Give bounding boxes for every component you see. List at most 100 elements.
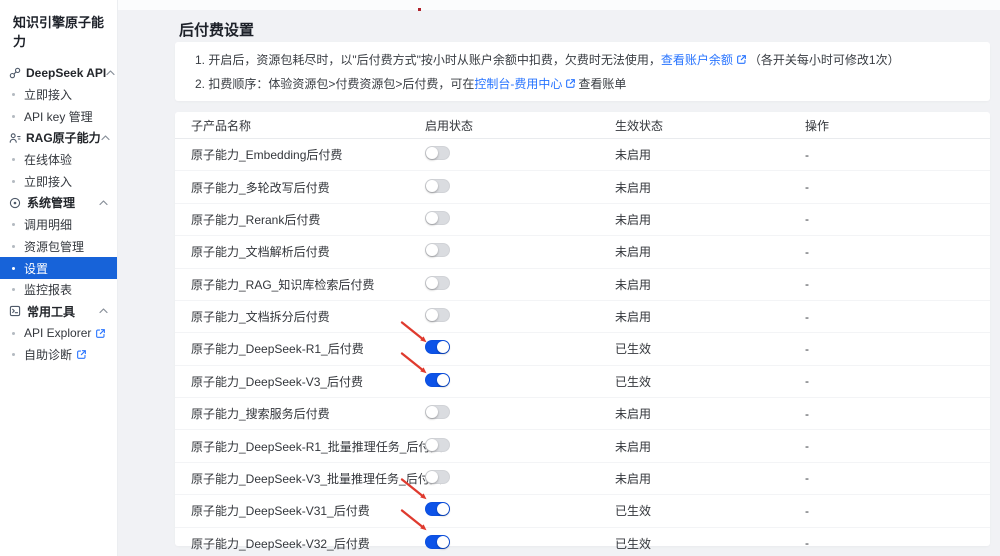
table-row: 原子能力_搜索服务后付费 未启用 - bbox=[175, 398, 990, 431]
bullet-icon bbox=[12, 179, 15, 183]
bullet-icon bbox=[12, 223, 15, 227]
sidebar-group-toolbox[interactable]: 常用工具 bbox=[0, 301, 117, 323]
product-name: 原子能力_DeepSeek-V32_后付费 bbox=[191, 536, 370, 551]
product-name: 原子能力_DeepSeek-R1_后付费 bbox=[191, 342, 364, 357]
toggle-knob bbox=[437, 373, 449, 386]
bullet-icon bbox=[12, 331, 15, 335]
bullet-icon bbox=[12, 288, 15, 292]
toggle-switch[interactable] bbox=[425, 502, 450, 517]
sidebar-item-label: API key 管理 bbox=[24, 109, 93, 124]
target-icon bbox=[9, 196, 22, 209]
sidebar-item[interactable]: API key 管理 bbox=[0, 105, 117, 127]
product-name: 原子能力_DeepSeek-V3_后付费 bbox=[191, 374, 364, 389]
chevron-up-icon bbox=[99, 200, 108, 206]
toggle-switch[interactable] bbox=[425, 308, 450, 323]
toggle-knob bbox=[437, 503, 449, 516]
operation-cell: - bbox=[805, 341, 809, 356]
toggle-switch[interactable] bbox=[425, 275, 450, 290]
chevron-up-icon bbox=[106, 70, 115, 76]
sidebar-item-label: 在线体验 bbox=[24, 153, 73, 168]
user-group-icon bbox=[9, 131, 21, 144]
sidebar-item[interactable]: 设置 bbox=[0, 257, 117, 279]
sidebar-group-label: 常用工具 bbox=[27, 304, 76, 319]
sidebar-group-label: RAG原子能力 bbox=[26, 131, 101, 146]
sidebar-item[interactable]: API Explorer bbox=[0, 322, 117, 344]
operation-cell: - bbox=[805, 309, 809, 324]
sidebar-group-label: DeepSeek API bbox=[26, 65, 107, 80]
operation-cell: - bbox=[805, 439, 809, 454]
sidebar-item[interactable]: 立即接入 bbox=[0, 170, 117, 192]
product-name: 原子能力_RAG_知识库检索后付费 bbox=[191, 277, 375, 292]
product-name: 原子能力_文档解析后付费 bbox=[191, 245, 330, 260]
postpaid-table: 子产品名称 启用状态 生效状态 操作 原子能力_Embedding后付费 未启用 -… bbox=[175, 112, 990, 551]
external-link-icon bbox=[95, 328, 106, 339]
toggle-knob bbox=[426, 470, 438, 483]
sidebar-item[interactable]: 在线体验 bbox=[0, 149, 117, 171]
col-header-operation: 操作 bbox=[805, 118, 830, 133]
sidebar-item-label: 监控报表 bbox=[24, 283, 73, 298]
toggle-switch[interactable] bbox=[425, 243, 450, 258]
toggle-switch[interactable] bbox=[425, 178, 450, 193]
sidebar-item[interactable]: 监控报表 bbox=[0, 279, 117, 301]
effective-status: 未启用 bbox=[615, 407, 652, 422]
sidebar-item[interactable]: 资源包管理 bbox=[0, 236, 117, 258]
sidebar-group-link[interactable]: DeepSeek API bbox=[0, 62, 117, 84]
sidebar-item[interactable]: 调用明细 bbox=[0, 214, 117, 236]
toggle-switch[interactable] bbox=[425, 146, 450, 161]
notice-line1-text: 1. 开启后，资源包耗尽时，以"后付费方式"按小时从账户余额中扣费，欠费时无法使… bbox=[195, 53, 661, 67]
table-row: 原子能力_多轮改写后付费 未启用 - bbox=[175, 171, 990, 204]
effective-status: 未启用 bbox=[615, 245, 652, 260]
sidebar-item[interactable]: 自助诊断 bbox=[0, 344, 117, 366]
toggle-knob bbox=[426, 244, 438, 257]
link-icon bbox=[9, 66, 21, 79]
table-body: 原子能力_Embedding后付费 未启用 - 原子能力_多轮改写后付费 未启用 - 原子能… bbox=[175, 139, 990, 556]
effective-status: 未启用 bbox=[615, 277, 652, 292]
table-row: 原子能力_RAG_知识库检索后付费 未启用 - bbox=[175, 269, 990, 301]
operation-cell: - bbox=[805, 471, 809, 486]
toggle-switch[interactable] bbox=[425, 372, 450, 387]
effective-status: 已生效 bbox=[615, 504, 652, 519]
chevron-up-icon bbox=[101, 135, 110, 141]
sidebar-group-target[interactable]: 系统管理 bbox=[0, 192, 117, 214]
toggle-knob bbox=[426, 211, 438, 224]
table-row: 原子能力_Embedding后付费 未启用 - bbox=[175, 139, 990, 172]
toggle-switch[interactable] bbox=[425, 469, 450, 484]
billing-center-link[interactable]: 控制台-费用中心 bbox=[474, 77, 578, 91]
notice-line-2: 2. 扣费顺序：体验资源包>付费资源包>后付费，可在控制台-费用中心 查看账单 bbox=[195, 73, 970, 97]
toggle-switch[interactable] bbox=[425, 340, 450, 355]
effective-status: 未启用 bbox=[615, 148, 652, 163]
sidebar-item-label: 调用明细 bbox=[24, 218, 73, 233]
page-title: 后付费设置 bbox=[179, 22, 255, 39]
toggle-switch[interactable] bbox=[425, 437, 450, 452]
table-row: 原子能力_文档解析后付费 未启用 - bbox=[175, 236, 990, 269]
table-row: 原子能力_DeepSeek-V3_批量推理任务_后付费 未启用 - bbox=[175, 463, 990, 496]
product-name: 原子能力_DeepSeek-V3_批量推理任务_后付费 bbox=[191, 471, 442, 486]
sidebar-item[interactable]: 立即接入 bbox=[0, 84, 117, 106]
operation-cell: - bbox=[805, 503, 809, 518]
view-balance-link[interactable]: 查看账户余额 bbox=[661, 53, 749, 67]
effective-status: 已生效 bbox=[615, 536, 652, 551]
table-row: 原子能力_DeepSeek-V31_后付费 已生效 - bbox=[175, 495, 990, 528]
sidebar-group-user-group[interactable]: RAG原子能力 bbox=[0, 127, 117, 149]
sidebar-item-label: 立即接入 bbox=[24, 88, 73, 103]
operation-cell: - bbox=[805, 147, 809, 162]
toggle-switch[interactable] bbox=[425, 534, 450, 549]
sidebar-item-label: 立即接入 bbox=[24, 174, 73, 189]
bullet-icon bbox=[12, 266, 15, 270]
app-root: 知识引擎原子能力 DeepSeek API 立即接入 API key 管理 RAG原子… bbox=[0, 0, 1000, 556]
operation-cell: - bbox=[805, 212, 809, 227]
notice-line1-suffix: （各开关每小时可修改1次） bbox=[748, 53, 900, 67]
sidebar-title: 知识引擎原子能力 bbox=[13, 15, 105, 49]
toggle-knob bbox=[426, 147, 438, 160]
product-name: 原子能力_文档拆分后付费 bbox=[191, 310, 330, 325]
toggle-switch[interactable] bbox=[425, 210, 450, 225]
operation-cell: - bbox=[805, 244, 809, 259]
sidebar: 知识引擎原子能力 DeepSeek API 立即接入 API key 管理 RAG原子… bbox=[0, 0, 118, 556]
operation-cell: - bbox=[805, 277, 809, 292]
sidebar-item-label: 自助诊断 bbox=[24, 348, 73, 363]
col-header-product: 子产品名称 bbox=[191, 118, 252, 133]
view-balance-link-label: 查看账户余额 bbox=[660, 53, 733, 67]
product-name: 原子能力_DeepSeek-R1_批量推理任务_后付费 bbox=[191, 439, 443, 454]
product-name: 原子能力_Rerank后付费 bbox=[191, 212, 321, 227]
toggle-switch[interactable] bbox=[425, 405, 450, 420]
